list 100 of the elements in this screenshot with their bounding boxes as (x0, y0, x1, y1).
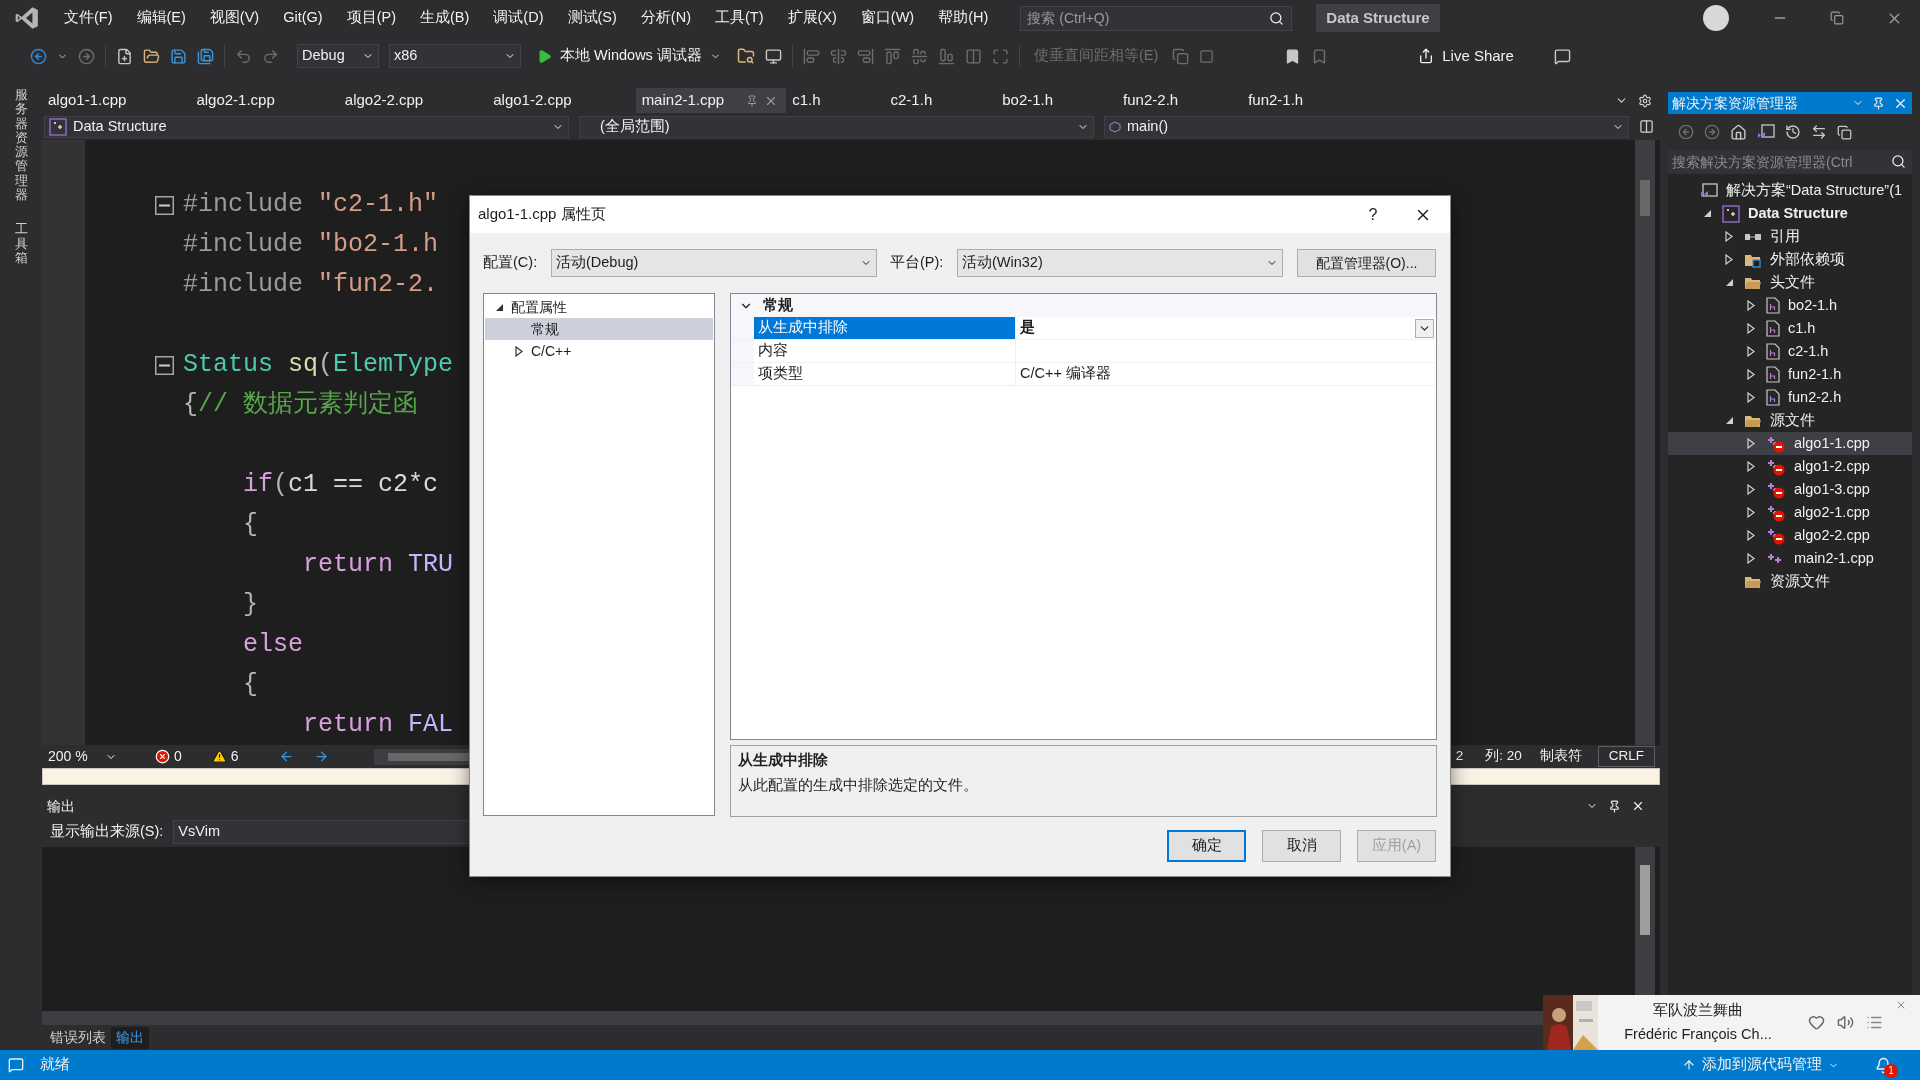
indent-mode[interactable]: 制表符 (1539, 746, 1582, 767)
history-icon[interactable] (1785, 124, 1801, 140)
search-icon[interactable] (1269, 10, 1285, 26)
copy-icon[interactable] (1172, 47, 1190, 65)
tree-item[interactable]: main2-1.cpp (1668, 547, 1912, 570)
redo-icon[interactable] (262, 47, 279, 65)
document-tab[interactable]: bo2-1.h (996, 88, 1118, 113)
line-ending[interactable]: CRLF (1597, 746, 1655, 767)
home-icon[interactable] (1730, 123, 1747, 141)
list-icon[interactable] (1866, 1014, 1883, 1031)
config-manager-button[interactable]: 配置管理器(O)... (1297, 249, 1436, 277)
align-right-icon[interactable] (856, 47, 874, 65)
property-name[interactable]: 从生成中排除 (754, 317, 1015, 339)
align-middle-icon[interactable] (910, 47, 928, 65)
menu-item[interactable]: 分析(N) (630, 4, 701, 32)
menu-item[interactable]: Git(G) (273, 4, 333, 32)
collapse-icon[interactable] (155, 195, 174, 215)
document-tab[interactable]: algo1-1.cpp (42, 88, 191, 113)
menu-item[interactable]: 视图(V) (199, 4, 270, 32)
forward-icon[interactable] (1704, 124, 1720, 140)
menu-item[interactable]: 文件(F) (54, 4, 123, 32)
property-row[interactable]: 内容 (731, 340, 1436, 363)
feedback-icon[interactable] (1553, 47, 1571, 65)
save-all-icon[interactable] (197, 47, 214, 65)
tree-item[interactable]: algo1-2.cpp (1668, 455, 1912, 478)
tree-item[interactable]: fun2-1.h (1668, 363, 1912, 386)
document-tab[interactable]: c2-1.h (884, 88, 997, 113)
collapsed-arrow-icon[interactable] (515, 345, 523, 357)
menu-item[interactable]: 扩展(X) (777, 4, 847, 32)
save-icon[interactable] (170, 47, 187, 65)
sync-icon[interactable] (1811, 124, 1827, 140)
undo-icon[interactable] (235, 47, 252, 65)
start-debugging-button[interactable]: 本地 Windows 调试器 (531, 43, 727, 69)
category-row[interactable]: 常规 (731, 294, 1436, 317)
document-tab[interactable]: c1.h (786, 88, 885, 113)
property-name[interactable]: 项类型 (754, 363, 1015, 385)
align-left-icon[interactable] (802, 47, 820, 65)
back-icon[interactable] (278, 749, 294, 764)
solution-icon[interactable] (1757, 124, 1775, 140)
live-share-button[interactable]: Live Share (1418, 44, 1514, 68)
configuration-dropdown[interactable]: 活动(Debug) (551, 249, 877, 277)
settings-icon[interactable] (1638, 93, 1652, 108)
open-folder-icon[interactable] (143, 47, 160, 65)
dropdown-button[interactable] (1415, 318, 1434, 338)
side-tab[interactable]: 工具箱 (14, 222, 28, 266)
menu-item[interactable]: 生成(B) (410, 4, 480, 32)
message-icon[interactable] (8, 1057, 24, 1073)
tree-item[interactable]: 引用 (1668, 225, 1912, 248)
tree-item[interactable]: algo2-1.cpp (1668, 501, 1912, 524)
dialog-button[interactable]: 确定 (1167, 830, 1246, 862)
dialog-button[interactable]: 取消 (1262, 830, 1341, 862)
forward-icon[interactable] (313, 749, 329, 764)
back-icon[interactable] (1678, 124, 1694, 140)
tree-item[interactable]: fun2-2.h (1668, 386, 1912, 409)
project-dropdown[interactable]: Data Structure (44, 115, 569, 138)
member-dropdown[interactable]: main() (1104, 115, 1629, 138)
menu-item[interactable]: 调试(D) (483, 4, 554, 32)
platform-dropdown[interactable]: x86 (389, 44, 521, 68)
expanded-arrow-icon[interactable] (1724, 416, 1734, 425)
folder-search-icon[interactable] (736, 47, 755, 65)
share-icon[interactable] (1418, 48, 1435, 64)
side-tab[interactable]: 服务器资源管理器 (14, 88, 28, 203)
tree-item[interactable]: 资源文件 (1668, 570, 1912, 593)
forward-icon[interactable] (78, 47, 95, 65)
search-icon[interactable] (1891, 154, 1906, 169)
search-field[interactable]: 搜索解决方案资源管理器(Ctrl (1668, 150, 1912, 174)
panel-tab[interactable]: 错误列表 (45, 1026, 111, 1049)
property-value[interactable]: 是 (1020, 317, 1035, 339)
tree-item[interactable]: 头文件 (1668, 271, 1912, 294)
notification-icon[interactable] (1875, 1056, 1892, 1074)
property-name[interactable]: 内容 (754, 340, 1015, 362)
document-tab[interactable]: fun2-1.h (1242, 88, 1368, 113)
tree-item[interactable]: 解决方案“Data Structure”(1 (1668, 179, 1912, 202)
document-tab[interactable]: algo2-1.cpp (190, 88, 339, 113)
align-top-icon[interactable] (883, 47, 901, 65)
align-bottom-icon[interactable] (937, 47, 955, 65)
document-tab[interactable]: fun2-2.h (1117, 88, 1243, 113)
play-icon[interactable] (537, 48, 552, 64)
tree-item[interactable]: 源文件 (1668, 409, 1912, 432)
menu-item[interactable]: 测试(S) (557, 4, 627, 32)
back-icon[interactable] (30, 47, 47, 65)
heart-icon[interactable] (1808, 1014, 1825, 1031)
expanded-arrow-icon[interactable] (1702, 209, 1712, 218)
error-icon[interactable] (155, 749, 170, 764)
source-control-link[interactable]: 添加到源代码管理 (1702, 1054, 1822, 1076)
volume-icon[interactable] (1837, 1014, 1854, 1031)
platform-dropdown[interactable]: 活动(Win32) (957, 249, 1283, 277)
property-row[interactable]: 从生成中排除 是 (731, 317, 1436, 340)
menu-item[interactable]: 帮助(H) (928, 4, 999, 32)
columns-icon[interactable] (964, 47, 982, 65)
collapse-all-icon[interactable] (1837, 124, 1852, 140)
tree-item[interactable]: algo1-1.cpp (1668, 432, 1912, 455)
tree-item[interactable]: bo2-1.h (1668, 294, 1912, 317)
split-icon[interactable] (1639, 119, 1654, 134)
menu-item[interactable]: 项目(P) (336, 4, 406, 32)
tree-item[interactable]: 常规 (485, 318, 713, 340)
tree-item[interactable]: C/C++ (485, 340, 713, 362)
configuration-dropdown[interactable]: Debug (297, 44, 379, 68)
menu-item[interactable]: 编辑(E) (126, 4, 196, 32)
warning-count[interactable]: 6 (230, 746, 239, 767)
